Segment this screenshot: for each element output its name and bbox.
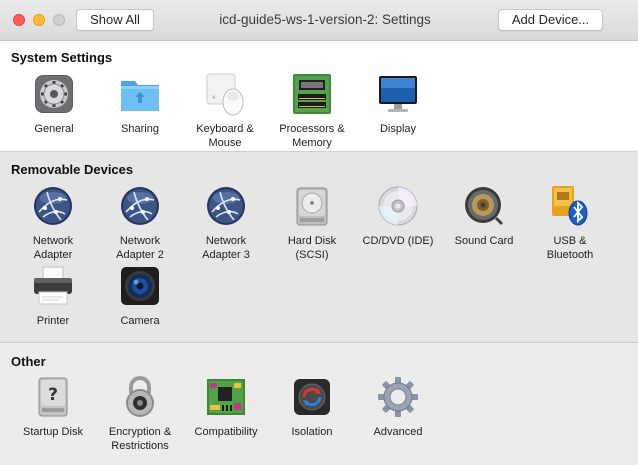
item-label: Processors & Memory <box>279 123 345 149</box>
item-label: Display <box>379 123 417 135</box>
isolation-icon <box>290 375 334 419</box>
item-network-adapter-2[interactable]: Network Adapter 2 <box>97 184 183 262</box>
item-label: Sharing <box>121 123 159 135</box>
item-label: Keyboard & Mouse <box>196 123 254 149</box>
item-label: Encryption & Restrictions <box>108 426 172 452</box>
item-advanced[interactable]: Advanced <box>355 375 441 439</box>
section-title-system: System Settings <box>11 50 113 65</box>
item-label: Hard Disk (SCSI) <box>287 235 337 261</box>
svg-text:?: ? <box>48 385 58 405</box>
item-sharing[interactable]: Sharing <box>97 72 183 136</box>
minimize-window-button[interactable] <box>33 14 45 26</box>
display-icon <box>376 72 420 116</box>
padlock-icon <box>118 375 162 419</box>
item-startup-disk[interactable]: ? Startup Disk <box>10 375 96 439</box>
gear-icon <box>376 375 420 419</box>
close-window-button[interactable] <box>13 14 25 26</box>
item-printer[interactable]: Printer <box>10 264 96 328</box>
network-globe-icon <box>31 184 75 228</box>
item-encryption-restrictions[interactable]: Encryption & Restrictions <box>97 375 183 453</box>
item-label: Isolation <box>291 426 333 438</box>
section-title-other: Other <box>11 354 46 369</box>
zoom-window-button <box>53 14 65 26</box>
item-label: Network Adapter 2 <box>116 235 164 261</box>
other-section: Other ? Startup Disk Encryption & Restri… <box>0 343 638 465</box>
usb-bluetooth-icon <box>548 184 592 228</box>
item-camera[interactable]: Camera <box>97 264 183 328</box>
item-label: Sound Card <box>454 235 514 247</box>
item-label: Network Adapter 3 <box>202 235 250 261</box>
system-settings-section: System Settings General Sharing x Keyboa… <box>0 41 638 152</box>
item-label: General <box>34 123 74 135</box>
item-isolation[interactable]: Isolation <box>269 375 355 439</box>
removable-devices-section: Removable Devices Network Adapter Networ… <box>0 152 638 343</box>
hard-disk-icon <box>290 184 334 228</box>
item-label: Printer <box>36 315 70 327</box>
window-title: icd-guide5-ws-1-version-2: Settings <box>219 12 431 27</box>
settings-window: Show All icd-guide5-ws-1-version-2: Sett… <box>0 0 638 465</box>
item-keyboard-mouse[interactable]: x Keyboard & Mouse <box>182 72 268 150</box>
item-sound-card[interactable]: Sound Card <box>441 184 527 248</box>
item-label: CD/DVD (IDE) <box>362 235 434 247</box>
title-bar: Show All icd-guide5-ws-1-version-2: Sett… <box>0 0 638 41</box>
item-hard-disk[interactable]: Hard Disk (SCSI) <box>269 184 355 262</box>
sharing-folder-icon <box>118 72 162 116</box>
item-label: Advanced <box>373 426 423 438</box>
general-icon <box>32 72 76 116</box>
add-device-button[interactable]: Add Device... <box>498 9 603 31</box>
item-label: Startup Disk <box>23 426 83 438</box>
show-all-button[interactable]: Show All <box>76 9 154 31</box>
item-compatibility[interactable]: Compatibility <box>183 375 269 439</box>
item-label: Camera <box>120 315 160 327</box>
processor-memory-icon <box>290 72 334 116</box>
item-cd-dvd[interactable]: CD/DVD (IDE) <box>355 184 441 248</box>
item-label: Compatibility <box>194 426 258 438</box>
speaker-icon <box>462 184 506 228</box>
network-globe-icon <box>204 184 248 228</box>
network-globe-icon <box>118 184 162 228</box>
item-label: Network Adapter <box>32 235 74 261</box>
item-general[interactable]: General <box>11 72 97 136</box>
startup-disk-icon: ? <box>31 375 75 419</box>
compatibility-board-icon <box>204 375 248 419</box>
printer-icon <box>31 264 75 308</box>
item-network-adapter[interactable]: Network Adapter <box>10 184 96 262</box>
item-display[interactable]: Display <box>355 72 441 136</box>
item-usb-bluetooth[interactable]: USB & Bluetooth <box>527 184 613 262</box>
svg-text:x: x <box>212 94 216 101</box>
cd-dvd-icon <box>376 184 420 228</box>
keyboard-mouse-icon: x <box>203 72 247 116</box>
item-processors-memory[interactable]: Processors & Memory <box>269 72 355 150</box>
camera-icon <box>118 264 162 308</box>
item-label: USB & Bluetooth <box>546 235 594 261</box>
item-network-adapter-3[interactable]: Network Adapter 3 <box>183 184 269 262</box>
section-title-removable: Removable Devices <box>11 162 134 177</box>
